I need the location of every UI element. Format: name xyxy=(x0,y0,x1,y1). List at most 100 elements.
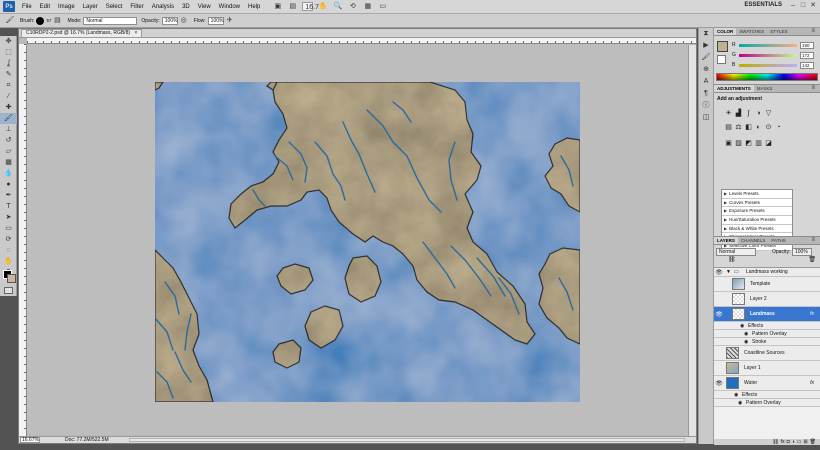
opacity-field[interactable]: 100% xyxy=(161,16,178,25)
photo-filter-icon[interactable]: ◐ xyxy=(754,123,763,132)
lasso-tool-icon[interactable]: ʆ xyxy=(0,58,17,69)
menu-edit[interactable]: Edit xyxy=(36,4,54,10)
new-group-icon[interactable]: ▭ xyxy=(797,439,802,445)
maximize-icon[interactable]: □ xyxy=(798,1,808,11)
menu-window[interactable]: Window xyxy=(215,4,244,10)
horizontal-ruler[interactable] xyxy=(27,38,696,44)
layer-row[interactable]: Layer 2 xyxy=(714,292,820,307)
healing-tool-icon[interactable]: ✚ xyxy=(0,102,17,113)
menu-image[interactable]: Image xyxy=(54,4,79,10)
rotate-view-icon[interactable]: ⟲ xyxy=(347,2,358,11)
clone-source-panel-icon[interactable]: ⊕ xyxy=(699,64,713,76)
tab-color[interactable]: COLOR xyxy=(714,28,737,35)
blue-channel-slider[interactable] xyxy=(739,64,797,67)
canvas-area[interactable] xyxy=(27,45,696,435)
green-channel-value[interactable]: 172 xyxy=(800,52,814,59)
menu-select[interactable]: Select xyxy=(102,4,127,10)
vibrance-icon[interactable]: ▽ xyxy=(764,109,773,118)
effect-row[interactable]: ◉ Stroke xyxy=(714,338,820,346)
blend-mode-select[interactable]: Normal xyxy=(716,248,756,256)
gradient-tool-icon[interactable]: ▦ xyxy=(0,157,17,168)
invert-icon[interactable]: ▣ xyxy=(724,139,733,148)
marquee-tool-icon[interactable]: ⬚ xyxy=(0,47,17,58)
hand-tool-icon[interactable]: ✋ xyxy=(317,2,328,11)
eye-icon[interactable]: 👁 xyxy=(715,376,723,390)
close-icon[interactable]: ✕ xyxy=(808,1,818,11)
menu-3d[interactable]: 3D xyxy=(178,4,194,10)
effect-row[interactable]: ◉ Pattern Overlay xyxy=(714,330,820,338)
eye-icon[interactable]: 👁 xyxy=(715,268,723,276)
tab-styles[interactable]: STYLES xyxy=(767,28,790,35)
tab-masks[interactable]: MASKS xyxy=(754,85,776,92)
character-panel-icon[interactable]: A xyxy=(699,76,713,88)
effect-visibility-icon[interactable]: ◉ xyxy=(744,330,748,337)
brush-preview-icon[interactable] xyxy=(36,16,45,25)
green-channel-slider[interactable] xyxy=(739,54,797,57)
layer-row[interactable]: 👁 Water fx xyxy=(714,376,820,391)
background-color-swatch[interactable] xyxy=(7,274,16,283)
workspace-switcher[interactable]: ESSENTIALS xyxy=(744,2,782,8)
document-tab[interactable]: C10RDP2-2.psd @ 16.7% (Landmass, RGB/8) … xyxy=(21,29,143,37)
brush-panel-icon[interactable]: ▤ xyxy=(51,16,63,26)
airbrush-icon[interactable]: ✈ xyxy=(224,16,236,26)
vertical-ruler[interactable] xyxy=(19,44,27,436)
layer-row[interactable]: Template xyxy=(714,277,820,292)
hand-tool-icon[interactable]: ✋ xyxy=(0,256,17,267)
threshold-icon[interactable]: ◩ xyxy=(744,139,753,148)
eyedropper-tool-icon[interactable]: ⁄ xyxy=(0,91,17,102)
posterize-icon[interactable]: ▨ xyxy=(734,139,743,148)
menu-layer[interactable]: Layer xyxy=(79,4,102,10)
pressure-opacity-icon[interactable]: ◎ xyxy=(178,16,190,26)
3d-orbit-tool-icon[interactable]: ◌ xyxy=(0,245,17,256)
list-item[interactable]: ▶ Black & White Presets xyxy=(722,225,792,234)
layer-row[interactable]: Coastline Sources xyxy=(714,346,820,361)
eraser-tool-icon[interactable]: ▱ xyxy=(0,146,17,157)
arrange-documents-icon[interactable]: ▦ xyxy=(362,2,373,11)
black-white-icon[interactable]: ◧ xyxy=(744,123,753,132)
gradient-map-icon[interactable]: ▥ xyxy=(754,139,763,148)
effect-visibility-icon[interactable]: ◉ xyxy=(744,338,748,345)
actions-panel-icon[interactable]: ▶ xyxy=(699,40,713,52)
hue-saturation-icon[interactable]: ▤ xyxy=(724,123,733,132)
new-adjustment-icon[interactable]: ◑ xyxy=(792,439,795,445)
layer-row[interactable]: Layer 1 xyxy=(714,361,820,376)
close-tab-icon[interactable]: × xyxy=(134,30,137,36)
navigator-panel-icon[interactable]: ◫ xyxy=(699,112,713,124)
effects-row[interactable]: ◉ Effects xyxy=(714,391,820,399)
color-lookup-icon[interactable]: ◔ xyxy=(774,123,783,132)
new-layer-icon[interactable]: ⊞ xyxy=(803,439,807,445)
3d-rotate-tool-icon[interactable]: ⟳ xyxy=(0,234,17,245)
map-canvas[interactable] xyxy=(155,82,580,402)
vertical-scrollbar[interactable] xyxy=(688,45,696,436)
move-tool-icon[interactable]: ✥ xyxy=(0,36,17,47)
shape-tool-icon[interactable]: ▭ xyxy=(0,223,17,234)
tab-swatches[interactable]: SWATCHES xyxy=(736,28,767,35)
eye-icon[interactable]: 👁 xyxy=(715,307,723,321)
color-balance-icon[interactable]: ⚖ xyxy=(734,123,743,132)
type-tool-icon[interactable]: T xyxy=(0,201,17,212)
curves-icon[interactable]: ∫ xyxy=(744,109,753,118)
layer-group-row[interactable]: 👁 ▼ ▭ Landmass working xyxy=(714,268,820,277)
minimize-icon[interactable]: – xyxy=(788,1,798,11)
brightness-contrast-icon[interactable]: ☀ xyxy=(724,109,733,118)
zoom-status-field[interactable]: 16.67% xyxy=(20,437,40,443)
menu-analysis[interactable]: Analysis xyxy=(148,4,178,10)
tab-channels[interactable]: CHANNELS xyxy=(738,237,769,244)
visibility-toggle[interactable] xyxy=(715,277,723,291)
screen-mode-icon[interactable]: ▭ xyxy=(377,2,388,11)
doc-size-info[interactable]: Doc: 77.2M/522.5M xyxy=(65,437,109,443)
zoom-level-dropdown[interactable]: 16.7 xyxy=(302,2,319,11)
panel-menu-icon[interactable]: ≡ xyxy=(808,237,818,244)
selective-color-icon[interactable]: ◪ xyxy=(764,139,773,148)
exposure-icon[interactable]: ◑ xyxy=(754,109,763,118)
pen-tool-icon[interactable]: ✒ xyxy=(0,190,17,201)
bridge-icon[interactable]: ▣ xyxy=(272,2,283,11)
horizontal-scrollbar[interactable] xyxy=(129,438,685,442)
visibility-toggle[interactable] xyxy=(715,361,723,375)
paragraph-panel-icon[interactable]: ¶ xyxy=(699,88,713,100)
brush-tool-preset-icon[interactable]: 🖌 xyxy=(4,16,16,26)
zoom-tool-icon[interactable]: 🔍 xyxy=(332,2,343,11)
menu-view[interactable]: View xyxy=(194,4,215,10)
visibility-toggle[interactable] xyxy=(715,292,723,306)
tab-layers[interactable]: LAYERS xyxy=(714,237,738,244)
